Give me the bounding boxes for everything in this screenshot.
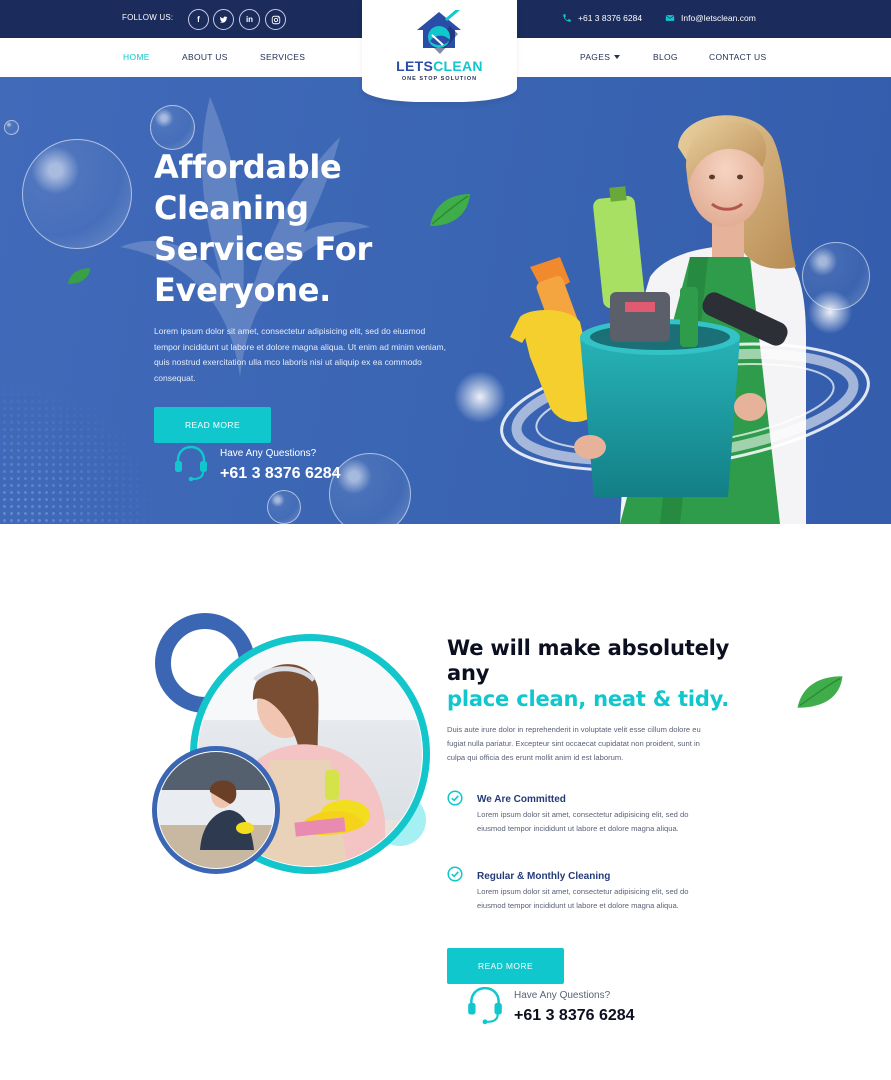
feature-description: Lorem ipsum dolor sit amet, consectetur … xyxy=(477,810,689,833)
about-title-line2: place clean, neat & tidy. xyxy=(447,687,730,711)
nav-contact-us[interactable]: CONTACT US xyxy=(709,52,766,62)
leaf-icon xyxy=(67,268,91,284)
bubble-decoration xyxy=(22,139,132,249)
hero-description: Lorem ipsum dolor sit amet, consectetur … xyxy=(154,326,446,383)
bubble-decoration xyxy=(4,120,19,135)
check-circle-icon xyxy=(447,790,463,806)
facebook-icon[interactable]: f xyxy=(188,9,209,30)
bubble-decoration xyxy=(267,490,301,524)
instagram-icon[interactable] xyxy=(265,9,286,30)
email-icon xyxy=(665,15,675,21)
about-read-more-button[interactable]: READ MORE xyxy=(447,948,564,984)
cleaning-woman-illustration xyxy=(454,115,870,524)
hero-question-phone[interactable]: +61 3 8376 6284 xyxy=(220,465,341,483)
check-circle-icon xyxy=(447,866,463,882)
topbar-email-text: Info@letsclean.com xyxy=(681,13,756,23)
nav-home[interactable]: HOME xyxy=(123,52,150,62)
leaf-icon xyxy=(797,676,843,708)
house-logo-icon xyxy=(417,10,461,54)
headset-icon xyxy=(468,986,502,1025)
about-question-phone[interactable]: +61 3 8376 6284 xyxy=(514,1007,635,1025)
topbar-phone-text: +61 3 8376 6284 xyxy=(578,13,643,23)
nav-blog[interactable]: BLOG xyxy=(653,52,678,62)
feature-description: Lorem ipsum dolor sit amet, consectetur … xyxy=(477,887,689,910)
topbar-email[interactable]: Info@letsclean.com xyxy=(665,13,756,23)
logo-word-clean: CLEAN xyxy=(433,58,483,74)
feature-title: We Are Committed xyxy=(477,794,566,805)
logo[interactable]: LETSCLEAN ONE STOP SOLUTION xyxy=(362,0,517,102)
nav-about-us[interactable]: ABOUT US xyxy=(182,52,228,62)
nav-services[interactable]: SERVICES xyxy=(260,52,305,62)
about-images-collage xyxy=(152,613,430,874)
topbar-phone[interactable]: +61 3 8376 6284 xyxy=(562,13,642,23)
logo-wordmark: LETSCLEAN xyxy=(362,58,517,74)
about-title-line1: We will make absolutely any xyxy=(447,636,730,685)
hero-title: Affordable Cleaning Services For Everyon… xyxy=(154,148,372,309)
about-description: Duis aute irure dolor in reprehenderit i… xyxy=(447,725,701,762)
nav-pages[interactable]: PAGES xyxy=(580,52,621,62)
headset-icon xyxy=(175,445,207,482)
hero-question-label: Have Any Questions? xyxy=(220,448,317,459)
about-question-label: Have Any Questions? xyxy=(514,990,611,1001)
logo-word-lets: LETS xyxy=(396,58,434,74)
twitter-icon[interactable] xyxy=(213,9,234,30)
hero-read-more-button[interactable]: READ MORE xyxy=(154,407,271,443)
feature-title: Regular & Monthly Cleaning xyxy=(477,871,611,882)
bubble-decoration xyxy=(150,105,195,150)
hero-section: Affordable Cleaning Services For Everyon… xyxy=(0,77,891,524)
chevron-down-icon xyxy=(614,55,621,59)
linkedin-icon[interactable]: in xyxy=(239,9,260,30)
logo-tagline: ONE STOP SOLUTION xyxy=(401,76,478,82)
nav-pages-label: PAGES xyxy=(580,52,611,62)
follow-us-label: FOLLOW US: xyxy=(122,13,174,22)
phone-icon xyxy=(563,14,571,22)
dot-pattern-decoration xyxy=(0,377,160,524)
